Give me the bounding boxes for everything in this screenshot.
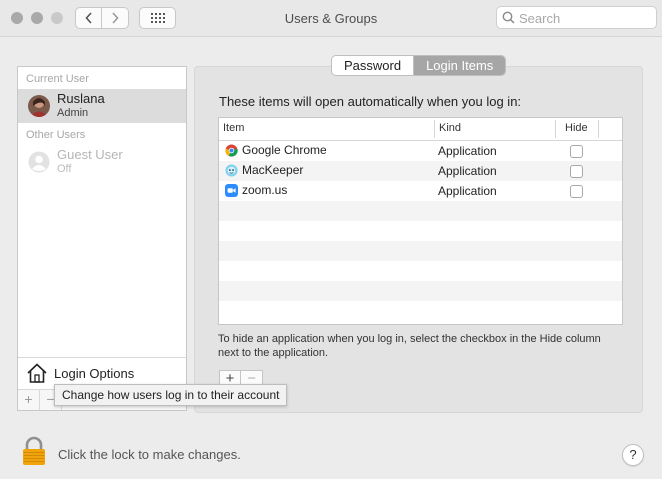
login-options-label: Login Options [54, 366, 135, 381]
empty-row [219, 301, 622, 321]
guest-user-status: Off [57, 163, 72, 175]
lock-icon[interactable] [21, 436, 47, 466]
user-row-ruslana[interactable]: Ruslana Admin [18, 89, 186, 123]
item-kind: Application [438, 164, 497, 178]
mackeeper-icon [225, 163, 238, 177]
current-user-role: Admin [57, 107, 89, 119]
guest-avatar-icon [28, 151, 50, 173]
chrome-icon [225, 143, 238, 157]
current-user-name: Ruslana [57, 91, 105, 106]
login-items-intro: These items will open automatically when… [219, 94, 522, 109]
lock-message: Click the lock to make changes. [58, 447, 241, 462]
help-button[interactable]: ? [622, 444, 644, 466]
empty-row [219, 241, 622, 261]
table-row[interactable]: zoom.us Application [219, 181, 622, 201]
item-kind: Application [438, 144, 497, 158]
zoom-icon [225, 183, 238, 197]
hide-checkbox[interactable] [570, 165, 583, 178]
avatar [28, 95, 50, 117]
tooltip: Change how users log in to their account [54, 384, 288, 406]
item-name: zoom.us [242, 183, 288, 197]
table-row[interactable]: MacKeeper Application [219, 161, 622, 181]
hide-checkbox[interactable] [570, 145, 583, 158]
item-cell: zoom.us [225, 183, 287, 197]
item-name: Google Chrome [242, 143, 327, 157]
hide-instructions: To hide an application when you log in, … [218, 333, 601, 359]
column-divider [434, 120, 435, 138]
item-name: MacKeeper [242, 163, 304, 177]
item-kind: Application [438, 184, 497, 198]
search-input[interactable] [519, 10, 653, 26]
user-row-guest[interactable]: Guest User Off [18, 145, 186, 179]
table-row[interactable]: Google Chrome Application [219, 141, 622, 161]
search-icon [502, 11, 515, 24]
column-divider [598, 120, 599, 138]
empty-row [219, 201, 622, 221]
tab-password[interactable]: Password [332, 56, 413, 75]
house-icon [27, 363, 47, 383]
title-bar: Users & Groups [0, 0, 662, 37]
tab-login-items[interactable]: Login Items [413, 56, 506, 75]
item-cell: MacKeeper [225, 163, 303, 177]
column-header-hide[interactable]: Hide [565, 122, 588, 134]
add-user-button[interactable]: + [18, 390, 40, 410]
guest-user-name: Guest User [57, 147, 123, 162]
empty-row [219, 281, 622, 301]
other-users-heading: Other Users [26, 129, 86, 141]
tab-control: Password Login Items [331, 55, 507, 76]
hide-checkbox[interactable] [570, 185, 583, 198]
users-sidebar: Current User Ruslana Admin Other Users G… [17, 66, 187, 411]
item-cell: Google Chrome [225, 143, 327, 157]
empty-row [219, 261, 622, 281]
empty-row [219, 221, 622, 241]
current-user-heading: Current User [26, 73, 89, 85]
login-items-table: Item Kind Hide Google Chrome Application… [218, 117, 623, 325]
search-field[interactable] [496, 6, 657, 29]
column-header-item[interactable]: Item [223, 122, 244, 134]
column-divider [555, 120, 556, 138]
column-header-kind[interactable]: Kind [439, 122, 461, 134]
table-header: Item Kind Hide [219, 118, 622, 141]
